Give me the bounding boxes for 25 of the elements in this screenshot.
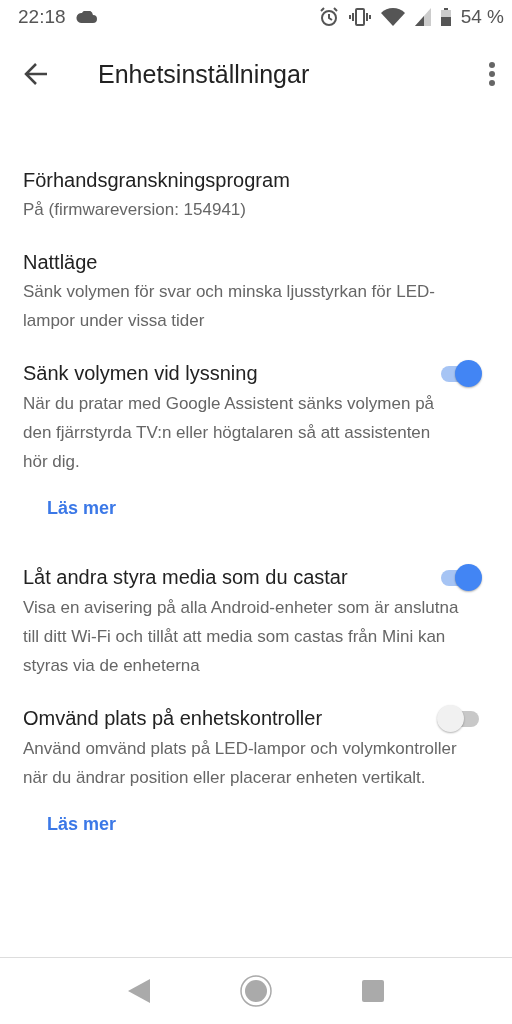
- alarm-icon: [318, 7, 339, 27]
- setting-description: Sänk volymen för svar och minska ljusstyrkan för LED-lampor under vissa tider: [23, 281, 436, 332]
- wifi-icon: [380, 8, 405, 26]
- home-circle-icon[interactable]: [240, 975, 272, 1007]
- more-options-icon[interactable]: [488, 62, 496, 86]
- setting-description: Visa en avisering på alla Android-enheter som är anslutna till ditt Wi-Fi och tillåt att media som castas från Mini kan styras via de enheterna: [23, 597, 459, 677]
- back-triangle-icon[interactable]: [128, 979, 150, 1003]
- setting-title: Sänk volymen vid lyssning: [23, 361, 258, 386]
- clock-time: 22:18: [18, 6, 66, 28]
- setting-title: Förhandsgranskningsprogram: [23, 168, 290, 193]
- setting-description: På (firmwareversion: 154941): [23, 199, 247, 221]
- setting-description: När du pratar med Google Assistent sänks volymen på den fjärrstyrda TV:n eller högtalaren så att assistenten hör dig.: [23, 393, 436, 473]
- setting-title: Omvänd plats på enhetskontroller: [23, 706, 323, 731]
- read-more-link[interactable]: Läs mer: [47, 810, 117, 839]
- setting-title: Nattläge: [23, 250, 98, 275]
- battery-icon: [440, 8, 451, 26]
- signal-icon: [414, 8, 431, 26]
- setting-description: Använd omvänd plats på LED-lampor och volymkontroller när du ändrar position eller placerar enheten vertikalt.: [23, 738, 458, 789]
- cloud-icon: [75, 11, 98, 23]
- battery-percentage: 54 %: [460, 6, 504, 28]
- page-title: Enhetsinställningar: [98, 59, 311, 89]
- back-arrow-icon[interactable]: [24, 63, 48, 85]
- setting-title: Låt andra styra media som du castar: [23, 565, 348, 590]
- vibrate-icon: [348, 8, 371, 26]
- read-more-link[interactable]: Läs mer: [47, 494, 117, 523]
